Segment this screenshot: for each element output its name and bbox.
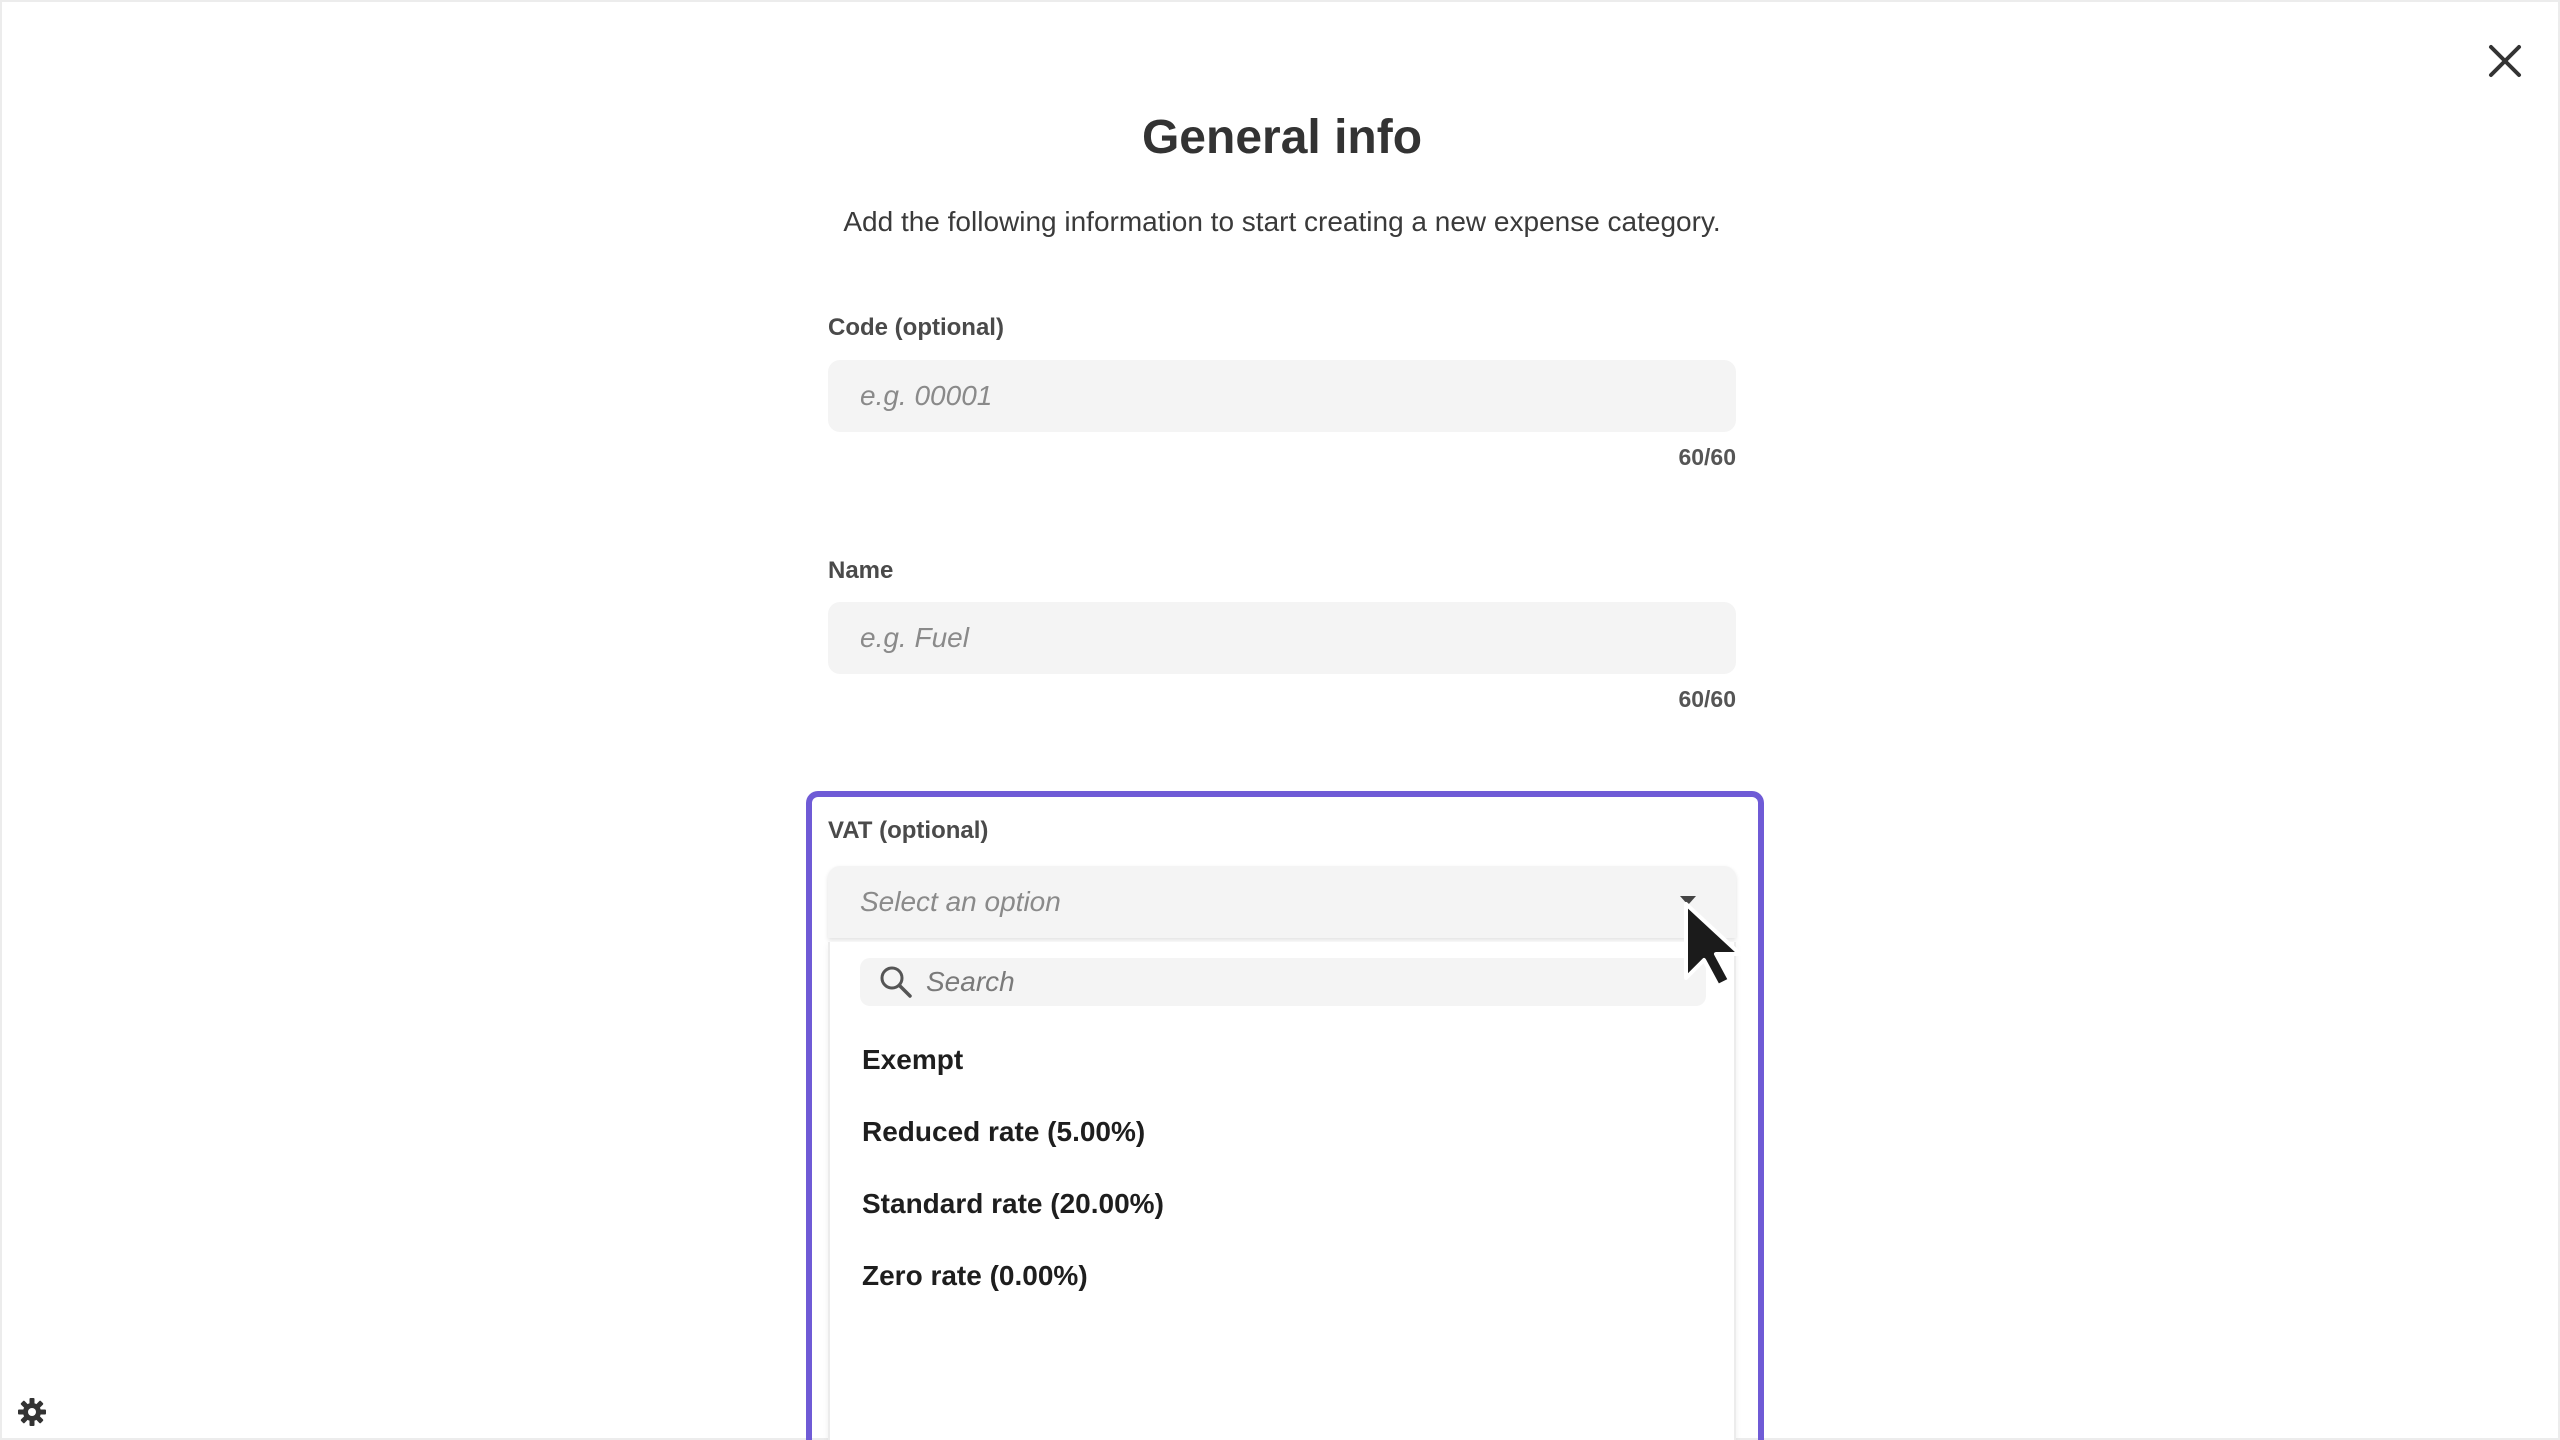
chevron-down-icon[interactable]	[1680, 896, 1696, 905]
close-button[interactable]	[2478, 34, 2532, 88]
vat-select-placeholder: Select an option	[860, 886, 1061, 917]
name-char-counter: 60/60	[1678, 686, 1736, 712]
page-subtitle: Add the following information to start c…	[843, 206, 1721, 237]
vat-option-reduced-rate[interactable]: Reduced rate (5.00%)	[830, 1096, 1734, 1168]
vat-option-zero-rate[interactable]: Zero rate (0.00%)	[830, 1240, 1734, 1312]
close-icon	[2489, 45, 2521, 77]
vat-options-list: Exempt Reduced rate (5.00%) Standard rat…	[830, 1024, 1734, 1312]
vat-select[interactable]: Select an option	[828, 866, 1736, 938]
expense-category-modal: General info Add the following informati…	[0, 0, 2560, 1440]
vat-dropdown-menu: Exempt Reduced rate (5.00%) Standard rat…	[828, 942, 1736, 1440]
vat-option-exempt[interactable]: Exempt	[830, 1024, 1734, 1096]
settings-button[interactable]	[16, 1396, 48, 1428]
name-field-label: Name	[828, 557, 894, 584]
vat-search-box[interactable]	[860, 958, 1706, 1006]
vat-field-label: VAT (optional)	[828, 817, 989, 844]
name-field[interactable]	[828, 602, 1736, 674]
gear-icon	[18, 1398, 46, 1426]
vat-option-standard-rate[interactable]: Standard rate (20.00%)	[830, 1168, 1734, 1240]
code-field-label: Code (optional)	[828, 314, 1004, 341]
code-field[interactable]	[828, 360, 1736, 432]
page-title: General info	[1141, 111, 1423, 164]
search-icon	[878, 964, 914, 1000]
code-char-counter: 60/60	[1678, 444, 1736, 470]
vat-search-input[interactable]	[924, 965, 1688, 999]
